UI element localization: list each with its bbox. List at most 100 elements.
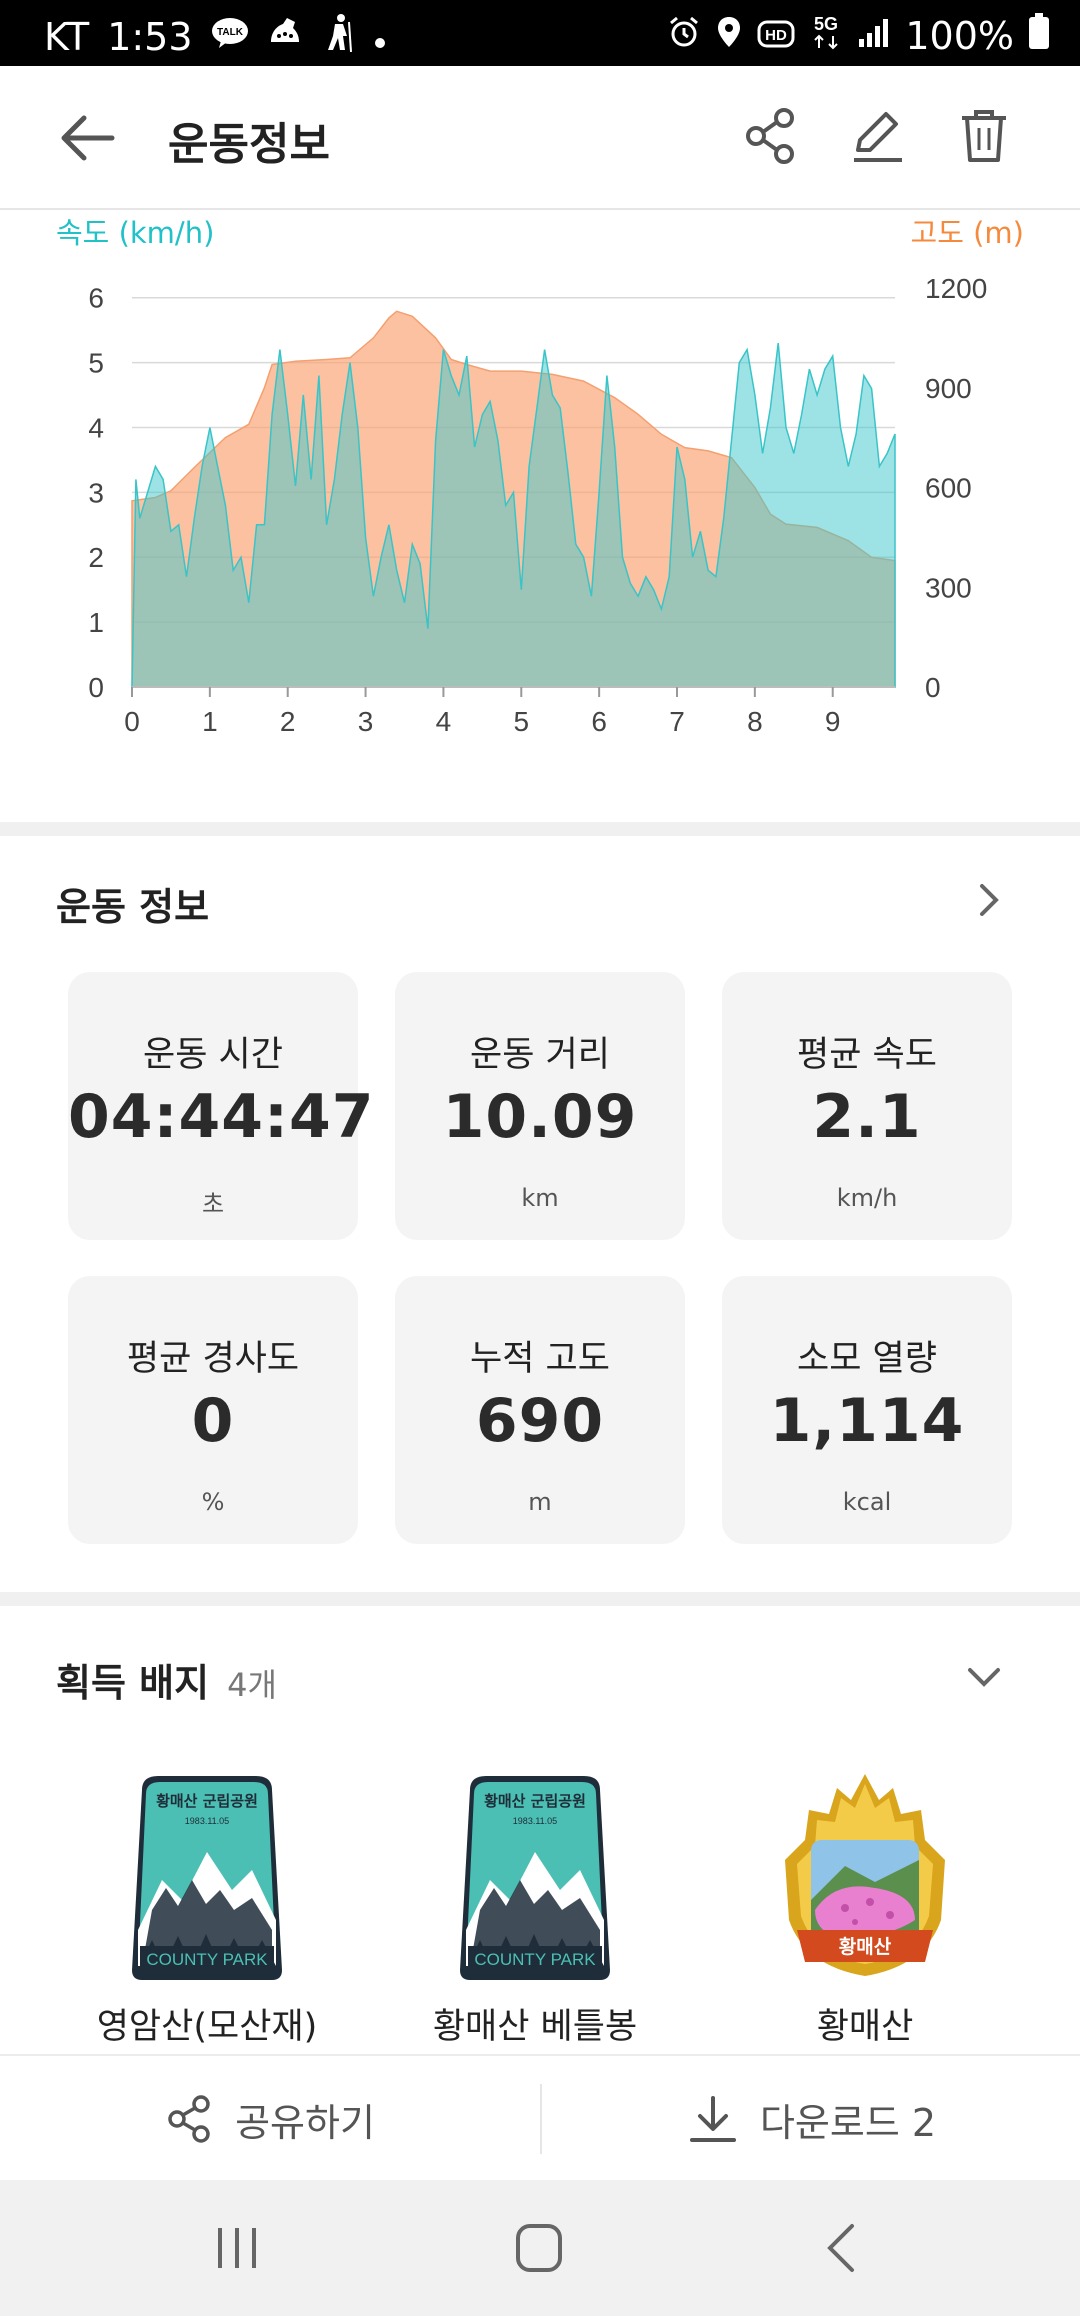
edit-button[interactable] bbox=[848, 106, 908, 166]
download-action-button[interactable]: 다운로드 2 bbox=[542, 2056, 1080, 2182]
svg-text:TALK: TALK bbox=[217, 27, 244, 38]
y-right-tick-label: 1200 bbox=[925, 273, 987, 304]
stat-value: 0 bbox=[191, 1386, 235, 1456]
badge-date-text: 1983.11.05 bbox=[185, 1816, 229, 1826]
stat-label: 누적 고도 bbox=[470, 1339, 610, 1379]
x-tick-label: 8 bbox=[747, 706, 763, 737]
badge-date-text: 1983.11.05 bbox=[513, 1816, 557, 1826]
badge-item[interactable]: 황매산 황매산 bbox=[700, 1770, 1030, 2049]
sneaker-icon bbox=[267, 14, 303, 59]
section-divider bbox=[0, 822, 1080, 836]
stat-unit: km/h bbox=[836, 1184, 898, 1212]
hiker-icon bbox=[321, 12, 355, 61]
badge-item[interactable]: COUNTY PARK 황매산 군립공원 1983.11.05 영암산(모산재) bbox=[42, 1770, 372, 2049]
y-left-tick-label: 3 bbox=[88, 477, 104, 508]
stat-label: 소모 열량 bbox=[797, 1339, 937, 1379]
stat-card-avg-slope: 평균 경사도 0 % bbox=[68, 1276, 358, 1544]
stat-unit: km bbox=[521, 1184, 559, 1212]
clock: 1:53 bbox=[107, 14, 193, 59]
badges-section-title: 획득 배지 4개 bbox=[56, 1652, 277, 1707]
x-tick-label: 7 bbox=[669, 706, 685, 737]
stat-unit: 초 bbox=[201, 1190, 225, 1218]
stat-card-distance: 운동 거리 10.09 km bbox=[395, 972, 685, 1240]
badge-ribbon-text: 황매산 bbox=[839, 1935, 892, 1958]
stat-label: 운동 시간 bbox=[143, 1035, 283, 1075]
y-right-tick-label: 900 bbox=[925, 373, 972, 404]
stat-card-calories: 소모 열량 1,114 kcal bbox=[722, 1276, 1012, 1544]
y-left-tick-label: 5 bbox=[88, 348, 104, 379]
stat-unit: % bbox=[201, 1488, 225, 1516]
speed-altitude-chart: 속도 (km/h) 고도 (m) 0 1 2 3 4 5 6 7 8 9 0 1 2 3 4 5 6 0 300 60… bbox=[0, 210, 1080, 820]
stat-unit: m bbox=[528, 1488, 552, 1516]
signal-icon bbox=[857, 14, 891, 58]
stat-unit: kcal bbox=[842, 1488, 892, 1516]
stat-value: 690 bbox=[475, 1386, 605, 1456]
y-left-tick-label: 1 bbox=[88, 607, 104, 638]
share-icon bbox=[746, 108, 794, 164]
back-button[interactable] bbox=[58, 110, 118, 166]
y-right-tick-label: 0 bbox=[925, 672, 941, 703]
delete-button[interactable] bbox=[954, 106, 1014, 166]
back-nav-button[interactable] bbox=[808, 2218, 878, 2278]
status-bar: KT 1:53 TALK HD 5G 100% bbox=[0, 0, 1080, 66]
stat-card-avg-speed: 평균 속도 2.1 km/h bbox=[722, 972, 1012, 1240]
y-left-tick-label: 6 bbox=[88, 283, 104, 314]
download-icon bbox=[689, 2096, 736, 2142]
workout-detail-button[interactable] bbox=[968, 880, 1008, 920]
bottom-action-bar: 공유하기 다운로드 2 bbox=[0, 2054, 1080, 2182]
5g-icon: 5G bbox=[809, 12, 843, 59]
x-tick-label: 3 bbox=[358, 706, 374, 737]
share-action-label: 공유하기 bbox=[235, 2100, 375, 2145]
section-divider bbox=[0, 1592, 1080, 1606]
badge-bottom-text: COUNTY PARK bbox=[474, 1950, 596, 1969]
edit-icon bbox=[854, 112, 902, 162]
y-right-tick-label: 600 bbox=[925, 473, 972, 504]
y-left-tick-label: 4 bbox=[88, 412, 104, 443]
home-icon bbox=[516, 2224, 562, 2272]
back-nav-icon bbox=[827, 2224, 854, 2272]
badges-count: 4개 bbox=[227, 1666, 277, 1704]
page-title: 운동정보 bbox=[168, 119, 330, 170]
mountain-gold-badge-icon: 황매산 bbox=[785, 1774, 945, 1976]
arrow-left-icon bbox=[61, 115, 115, 161]
x-tick-label: 5 bbox=[513, 706, 529, 737]
delete-icon bbox=[962, 110, 1006, 162]
right-axis-title: 고도 (m) bbox=[910, 216, 1024, 250]
x-tick-label: 2 bbox=[280, 706, 296, 737]
battery-label: 100% bbox=[905, 13, 1014, 58]
hd-icon: HD bbox=[757, 14, 795, 58]
y-left-tick-label: 0 bbox=[88, 672, 104, 703]
share-action-button[interactable]: 공유하기 bbox=[0, 2056, 540, 2182]
x-tick-label: 0 bbox=[124, 706, 140, 737]
stat-label: 평균 속도 bbox=[797, 1035, 937, 1075]
chevron-down-icon bbox=[968, 1668, 1000, 1687]
county-park-badge-icon: COUNTY PARK 황매산 군립공원 1983.11.05 bbox=[460, 1776, 610, 1980]
battery-icon bbox=[1028, 12, 1050, 59]
recent-apps-button[interactable] bbox=[202, 2218, 272, 2278]
badge-bottom-text: COUNTY PARK bbox=[146, 1950, 268, 1969]
chart-plot: 0 1 2 3 4 5 6 7 8 9 0 1 2 3 4 5 6 0 300 600 900 1200 bbox=[88, 273, 987, 737]
badges-title: 획득 배지 bbox=[56, 1661, 210, 1705]
stat-label: 평균 경사도 bbox=[126, 1339, 300, 1379]
app-bar: 운동정보 bbox=[0, 66, 1080, 210]
share-icon bbox=[168, 2095, 210, 2143]
chevron-right-icon bbox=[980, 884, 999, 916]
dot-icon bbox=[373, 15, 387, 59]
svg-text:HD: HD bbox=[766, 27, 788, 44]
left-axis-title: 속도 (km/h) bbox=[56, 216, 215, 250]
stat-card-duration: 운동 시간 04:44:47 초 bbox=[68, 972, 373, 1240]
badge-item[interactable]: COUNTY PARK 황매산 군립공원 1983.11.05 황매산 베틀봉 bbox=[370, 1770, 700, 2049]
stat-label: 운동 거리 bbox=[470, 1035, 610, 1075]
x-tick-label: 1 bbox=[202, 706, 218, 737]
share-button[interactable] bbox=[742, 106, 802, 166]
badge-name: 영암산(모산재) bbox=[96, 2007, 318, 2047]
badge-top-text: 황매산 군립공원 bbox=[484, 1792, 586, 1810]
carrier-label: KT bbox=[44, 14, 90, 59]
x-tick-label: 9 bbox=[825, 706, 841, 737]
badge-name: 황매산 bbox=[816, 2007, 914, 2047]
stat-value: 2.1 bbox=[812, 1082, 922, 1152]
download-action-label: 다운로드 2 bbox=[759, 2100, 937, 2145]
home-button[interactable] bbox=[504, 2218, 574, 2278]
talk-icon: TALK bbox=[211, 15, 249, 59]
badges-expand-button[interactable] bbox=[964, 1656, 1004, 1696]
